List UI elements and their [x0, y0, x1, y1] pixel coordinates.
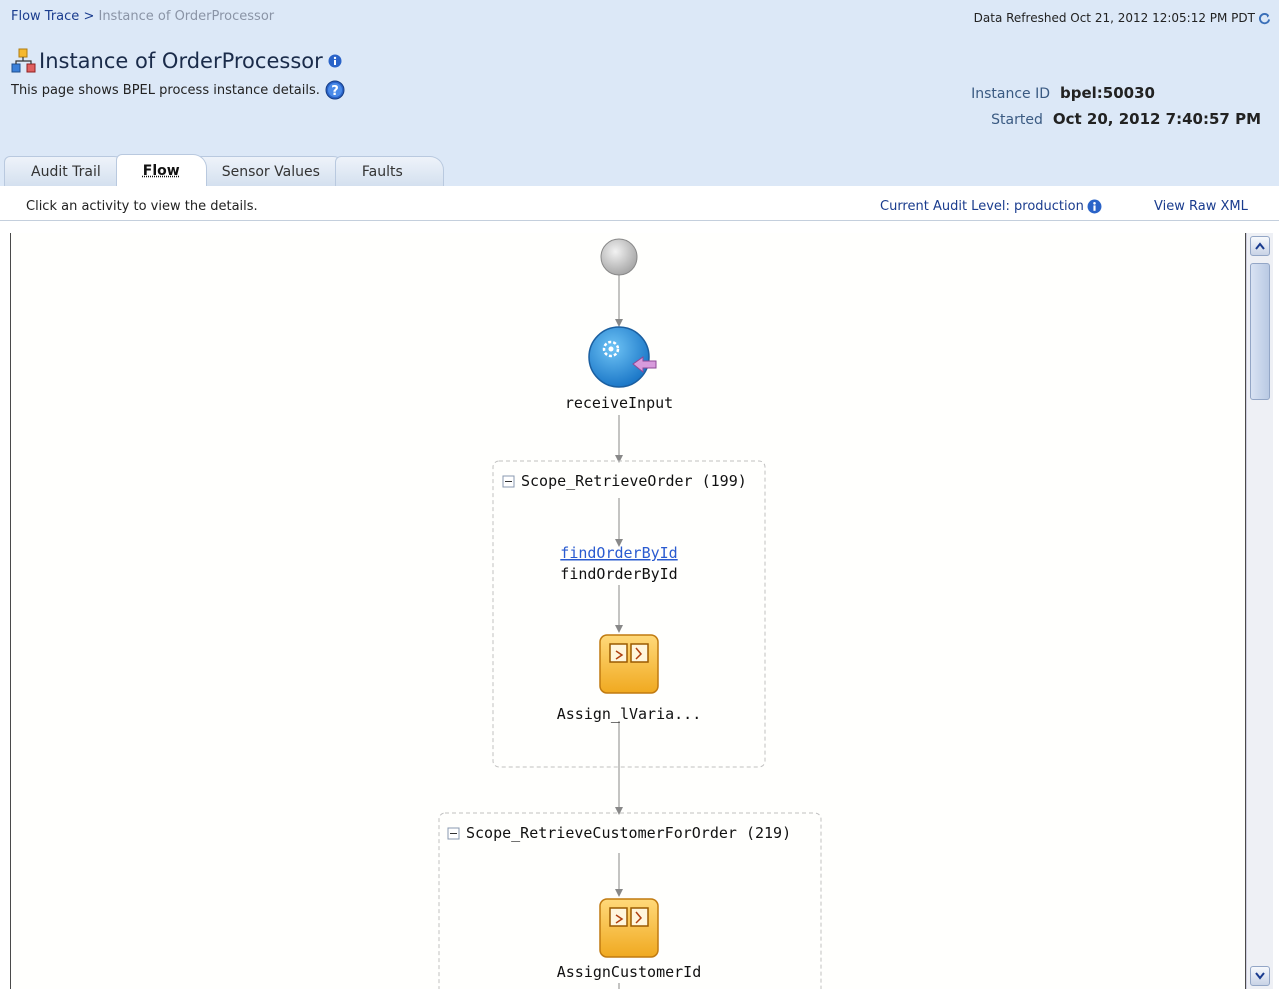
view-raw-xml-link[interactable]: View Raw XML [1154, 199, 1248, 214]
started-row: Started Oct 20, 2012 7:40:57 PM [971, 107, 1261, 133]
breadcrumb-current: Instance of OrderProcessor [98, 9, 275, 24]
receive-input-label: receiveInput [565, 394, 673, 412]
audit-level-text: Current Audit Level: production [880, 199, 1084, 214]
svg-text:?: ? [331, 84, 339, 99]
tab-faults[interactable]: Faults [334, 156, 444, 186]
instance-meta: Instance ID bpel:50030 Started Oct 20, 201… [971, 81, 1261, 133]
collapse-icon[interactable] [502, 475, 515, 488]
find-order-by-id-link[interactable]: findOrderById [560, 544, 677, 562]
instance-icon [11, 48, 36, 73]
page-description: This page shows BPEL process instance de… [11, 80, 345, 100]
tab-flow-label: Flow [142, 162, 180, 179]
assign-ivariable-label: Assign_lVaria... [557, 705, 702, 723]
breadcrumb-flow-trace-link[interactable]: Flow Trace [11, 9, 79, 24]
breadcrumb: Flow Trace > Instance of OrderProcessor [11, 9, 274, 24]
audit-level-link[interactable]: Current Audit Level: production [880, 199, 1102, 214]
flow-diagram: receiveInput Scope_RetrieveOrder (199) f… [438, 238, 822, 989]
help-icon[interactable]: ? [325, 80, 345, 100]
instance-id-row: Instance ID bpel:50030 [971, 81, 1261, 107]
flow-toolbar: Click an activity to view the details. C… [0, 186, 1279, 221]
tab-sensor-values[interactable]: Sensor Values [194, 156, 347, 186]
scroll-thumb[interactable] [1250, 263, 1270, 400]
instance-id-value: bpel:50030 [1060, 84, 1155, 102]
breadcrumb-separator: > [83, 9, 95, 24]
started-value: Oct 20, 2012 7:40:57 PM [1052, 110, 1261, 128]
scroll-down-button[interactable] [1250, 966, 1270, 986]
info-icon[interactable] [1087, 199, 1102, 214]
tab-bar: Audit Trail Flow Sensor Values Faults [4, 154, 444, 186]
started-label: Started [991, 112, 1043, 128]
chevron-down-icon [1255, 972, 1265, 980]
collapse-icon[interactable] [447, 827, 460, 840]
tab-sensor-values-label: Sensor Values [221, 163, 320, 180]
page-title: Instance of OrderProcessor [39, 49, 323, 73]
receive-input-node[interactable]: receiveInput [565, 326, 673, 412]
flow-hint: Click an activity to view the details. [26, 199, 258, 214]
tab-audit-trail-label: Audit Trail [31, 163, 101, 180]
assign-customer-id-label: AssignCustomerId [557, 963, 702, 981]
assign-icon[interactable] [599, 634, 659, 694]
find-order-by-id-node[interactable]: findOrderById findOrderById [560, 544, 677, 583]
refresh-icon[interactable] [1258, 12, 1271, 25]
info-icon[interactable] [328, 54, 342, 68]
page-header: Flow Trace > Instance of OrderProcessor … [0, 0, 1279, 186]
chevron-up-icon [1255, 242, 1265, 250]
description-text: This page shows BPEL process instance de… [11, 82, 320, 98]
data-refreshed-text: Data Refreshed Oct 21, 2012 12:05:12 PM … [973, 11, 1255, 25]
vertical-scrollbar[interactable] [1246, 233, 1273, 989]
tab-flow[interactable]: Flow [115, 154, 207, 186]
scroll-up-button[interactable] [1250, 236, 1270, 256]
start-node-icon[interactable] [600, 238, 638, 276]
scope-retrieve-order-title: Scope_RetrieveOrder (199) [521, 472, 747, 490]
receive-icon[interactable] [588, 326, 650, 388]
tab-faults-label: Faults [361, 163, 403, 180]
assign-customer-id-node[interactable]: AssignCustomerId [557, 898, 702, 981]
find-order-by-id-label: findOrderById [560, 565, 677, 583]
data-refreshed: Data Refreshed Oct 21, 2012 12:05:12 PM … [974, 11, 1271, 25]
instance-id-label: Instance ID [971, 86, 1051, 102]
assign-icon[interactable] [599, 898, 659, 958]
assign-ivariable-node[interactable]: Assign_lVaria... [557, 634, 702, 723]
scope-retrieve-customer-title: Scope_RetrieveCustomerForOrder (219) [466, 824, 791, 842]
title-row: Instance of OrderProcessor [11, 48, 342, 74]
flow-canvas: receiveInput Scope_RetrieveOrder (199) f… [10, 233, 1246, 989]
tab-audit-trail[interactable]: Audit Trail [4, 156, 128, 186]
